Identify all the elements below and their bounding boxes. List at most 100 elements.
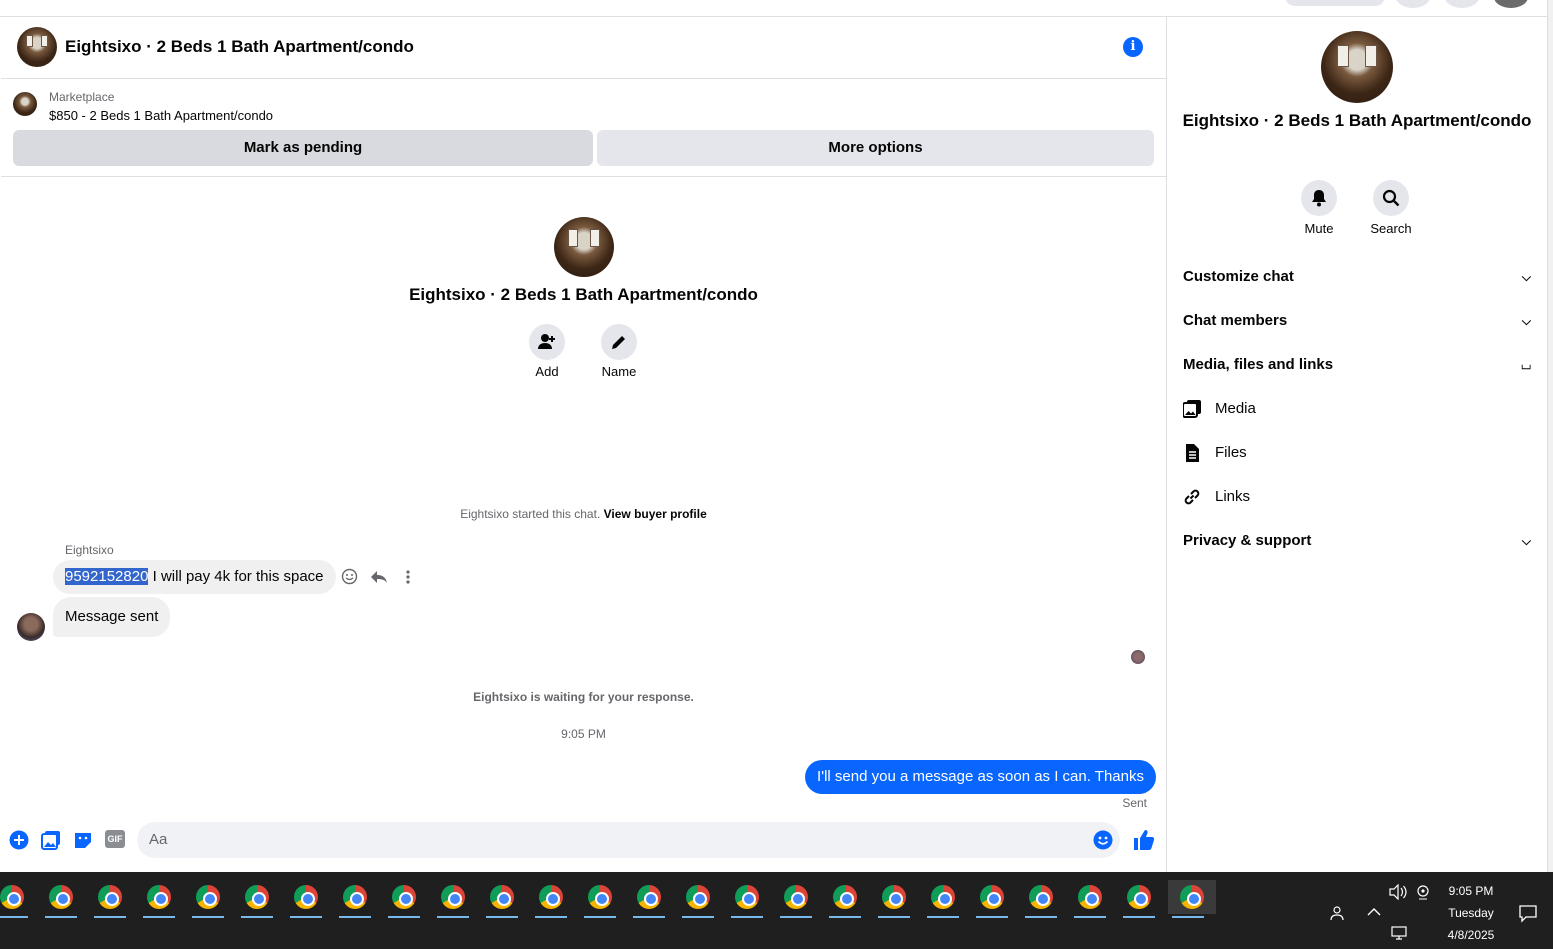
clock-time[interactable]: 9:05 PM [1431,884,1511,898]
top-circle-button[interactable] [1445,0,1479,8]
chrome-taskbar-icon[interactable] [433,880,473,918]
mute-button[interactable] [1301,180,1337,216]
chrome-icon [1078,885,1102,909]
emoji-icon[interactable] [1093,830,1113,850]
like-thumb-icon[interactable] [1132,828,1156,852]
more-vertical-icon[interactable] [400,569,416,585]
chrome-taskbar-icon[interactable] [629,880,669,918]
webcam-icon[interactable] [1415,884,1431,900]
chrome-icon [833,885,857,909]
chrome-taskbar-icon[interactable] [874,880,914,918]
search-button[interactable] [1373,180,1409,216]
sidebar-avatar[interactable] [1321,31,1393,103]
view-buyer-profile-link[interactable]: View buyer profile [604,507,707,521]
sent-status: Sent [1122,796,1147,810]
media-files-links-section[interactable]: Media, files and links ⌴ [1183,345,1539,385]
chrome-taskbar-icon[interactable] [1119,880,1159,918]
running-indicator [143,916,175,918]
chrome-taskbar-icon[interactable] [237,880,277,918]
incoming-message-2[interactable]: Message sent [53,597,171,637]
chrome-icon [539,885,563,909]
links-label: Links [1215,488,1251,505]
people-icon[interactable] [1330,905,1348,921]
chrome-taskbar-icon[interactable] [286,880,326,918]
chrome-taskbar-icon[interactable] [776,880,816,918]
chrome-taskbar-icon[interactable] [41,880,81,918]
chrome-taskbar-icon[interactable] [1168,880,1216,918]
info-icon[interactable]: i [1123,37,1143,57]
chrome-taskbar-icon[interactable] [678,880,718,918]
plus-circle-icon[interactable] [9,830,29,850]
reply-icon[interactable] [370,569,388,585]
message-text: I will pay 4k for this space [148,568,324,585]
running-indicator [682,916,714,918]
chrome-taskbar-icon[interactable] [384,880,424,918]
seen-avatar [1131,650,1145,664]
add-person-button[interactable] [529,324,565,360]
gif-icon[interactable]: GIF [105,830,125,848]
chrome-icon [882,885,906,909]
message-input[interactable]: Aa [137,822,1120,858]
chrome-taskbar-icon[interactable] [139,880,179,918]
clock-date[interactable]: 4/8/2025 [1431,928,1511,942]
chrome-taskbar-icon[interactable] [1070,880,1110,918]
links-item[interactable]: Links [1183,477,1523,517]
listing-price[interactable]: $850 - 2 Beds 1 Bath Apartment/condo [49,108,273,123]
chrome-taskbar-icon[interactable] [972,880,1012,918]
section-label: Media, files and links [1183,356,1334,373]
network-icon[interactable] [1390,925,1408,941]
privacy-support-section[interactable]: Privacy & support ⌵ [1183,521,1539,561]
react-smiley-icon[interactable] [341,568,358,585]
top-circle-button[interactable] [1396,0,1430,8]
chrome-taskbar-icon[interactable] [482,880,522,918]
mark-as-pending-button[interactable]: Mark as pending [13,130,593,166]
running-indicator [1123,916,1155,918]
chrome-taskbar-icon[interactable] [531,880,571,918]
chrome-taskbar-icon[interactable] [825,880,865,918]
files-item[interactable]: Files [1183,433,1523,473]
running-indicator [584,916,616,918]
chrome-taskbar-icon[interactable] [727,880,767,918]
speaker-icon[interactable] [1388,884,1408,900]
chat-members-section[interactable]: Chat members ⌵ [1183,301,1539,341]
chevron-down-icon: ⌵ [1521,270,1531,284]
edit-name-button[interactable] [601,324,637,360]
chrome-taskbar-icon[interactable] [188,880,228,918]
sender-avatar[interactable] [17,613,45,641]
photo-icon[interactable] [41,830,61,850]
chevron-up-icon[interactable] [1366,906,1382,918]
chrome-taskbar-icon[interactable] [335,880,375,918]
chrome-icon [98,885,122,909]
chrome-icon [196,885,220,909]
media-item[interactable]: Media [1183,389,1523,429]
clock-day[interactable]: Tuesday [1431,906,1511,920]
section-label: Customize chat [1183,268,1294,285]
outgoing-message[interactable]: I'll send you a message as soon as I can… [805,760,1156,794]
chrome-icon [441,885,465,909]
notification-icon[interactable] [1518,903,1538,923]
incoming-message-1[interactable]: 9592152820 I will pay 4k for this space [53,560,336,594]
phone-number-selected[interactable]: 9592152820 [65,568,149,585]
customize-chat-section[interactable]: Customize chat ⌵ [1183,257,1539,297]
chat-title[interactable]: Eightsixo · 2 Beds 1 Bath Apartment/cond… [65,37,414,57]
chrome-taskbar-icon[interactable] [0,880,32,918]
chrome-taskbar-icon[interactable] [1021,880,1061,918]
search-icon [1382,189,1400,207]
marketplace-label: Marketplace [49,90,115,104]
chat-avatar[interactable] [17,27,57,67]
chrome-icon [343,885,367,909]
chrome-taskbar-icon[interactable] [580,880,620,918]
bell-icon [1312,190,1326,207]
running-indicator [94,916,126,918]
account-avatar[interactable] [1494,0,1528,8]
sticker-icon[interactable] [73,830,93,850]
chrome-taskbar-icon[interactable] [90,880,130,918]
chrome-icon [245,885,269,909]
search-label: Search [1370,221,1412,236]
top-pill-button[interactable] [1285,0,1385,6]
listing-thumbnail[interactable] [13,92,37,116]
page-scrollbar[interactable] [1547,0,1553,872]
more-options-button[interactable]: More options [597,130,1154,166]
running-indicator [241,916,273,918]
chrome-taskbar-icon[interactable] [923,880,963,918]
